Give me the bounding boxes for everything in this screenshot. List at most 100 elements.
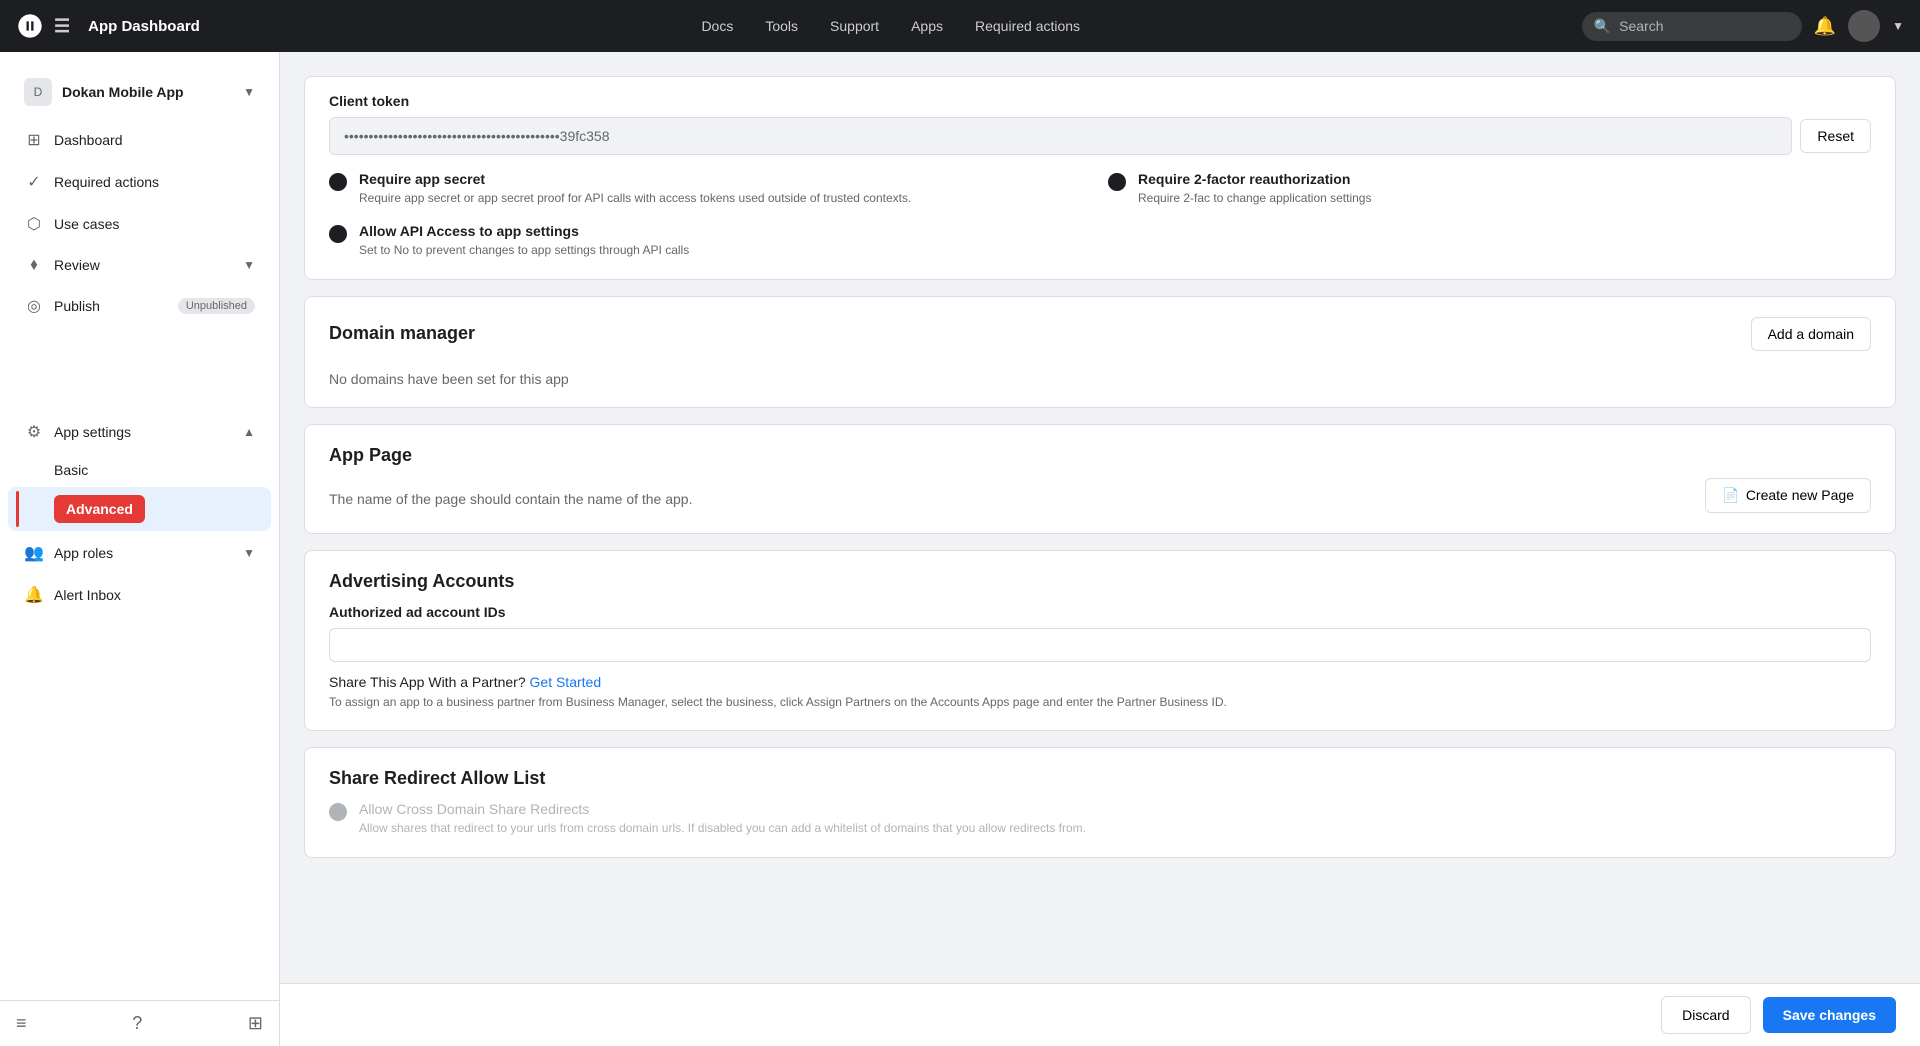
reset-button[interactable]: Reset: [1800, 119, 1871, 153]
app-settings-icon: ⚙: [24, 422, 44, 442]
sidebar-item-publish[interactable]: ◎ Publish Unpublished: [8, 286, 271, 326]
adv-title: Advertising Accounts: [329, 571, 1871, 592]
notification-bell-icon[interactable]: 🔔: [1814, 16, 1836, 37]
app-page-card: App Page The name of the page should con…: [304, 424, 1896, 534]
meta-logo-icon: [16, 12, 44, 40]
app-dashboard-title: App Dashboard: [88, 18, 200, 35]
app-selector-chevron-icon: ▼: [243, 85, 255, 99]
hamburger-icon[interactable]: ☰: [54, 16, 70, 37]
app-name: Dokan Mobile App: [62, 84, 184, 100]
share-redirect-card: Share Redirect Allow List Allow Cross Do…: [304, 747, 1896, 858]
nav-tools[interactable]: Tools: [765, 18, 798, 34]
bottom-bar: Discard Save changes: [280, 983, 1920, 1046]
sidebar-label-app-settings: App settings: [54, 424, 131, 440]
save-changes-button[interactable]: Save changes: [1763, 997, 1896, 1033]
sidebar-item-app-settings[interactable]: ⚙ App settings ▲: [8, 412, 271, 452]
require-app-secret-toggle[interactable]: [329, 173, 347, 191]
nav-docs[interactable]: Docs: [701, 18, 733, 34]
app-page-title: App Page: [329, 445, 412, 466]
review-chevron-icon: ▼: [243, 258, 255, 272]
sidebar-item-advanced[interactable]: Advanced: [8, 487, 271, 531]
security-options: Require app secret Require app secret or…: [329, 171, 1871, 207]
user-avatar[interactable]: [1848, 10, 1880, 42]
list-icon[interactable]: ≡: [16, 1013, 27, 1034]
publish-badge: Unpublished: [178, 298, 255, 314]
adv-partner: Share This App With a Partner? Get Start…: [329, 674, 1871, 690]
app-settings-section: ⚙ App settings ▲ Basic Advanced: [0, 412, 279, 531]
help-icon[interactable]: ?: [132, 1013, 142, 1034]
share-option-desc: Allow shares that redirect to your urls …: [359, 820, 1086, 837]
allow-api-desc: Set to No to prevent changes to app sett…: [359, 242, 689, 259]
adv-get-started-link[interactable]: Get Started: [530, 674, 602, 690]
add-domain-button[interactable]: Add a domain: [1751, 317, 1871, 351]
discard-button[interactable]: Discard: [1661, 996, 1750, 1034]
client-token-card: Client token Reset Require app secret Re…: [304, 76, 1896, 280]
token-row: Reset: [329, 117, 1871, 155]
adv-partner-desc: To assign an app to a business partner f…: [329, 694, 1871, 711]
grid-icon[interactable]: ⊞: [248, 1013, 263, 1034]
sidebar-label-use-cases: Use cases: [54, 216, 119, 232]
app-logo: ☰ App Dashboard: [16, 12, 200, 40]
sidebar-label-app-roles: App roles: [54, 545, 113, 561]
sidebar-label-required-actions: Required actions: [54, 174, 159, 190]
search-icon: 🔍: [1594, 18, 1611, 35]
share-redirect-toggle[interactable]: [329, 803, 347, 821]
sidebar-item-use-cases[interactable]: ⬡ Use cases: [8, 204, 271, 244]
create-page-icon: 📄: [1722, 487, 1739, 504]
allow-api-option: Allow API Access to app settings Set to …: [329, 223, 1871, 259]
client-token-input[interactable]: [329, 117, 1792, 155]
required-actions-icon: ✓: [24, 172, 44, 192]
app-page-desc: The name of the page should contain the …: [329, 491, 692, 507]
layout: D Dokan Mobile App ▼ ⊞ Dashboard ✓ Requi…: [0, 52, 1920, 1046]
search-input[interactable]: [1619, 18, 1790, 34]
sidebar-label-review: Review: [54, 257, 100, 273]
nav-required-actions[interactable]: Required actions: [975, 18, 1080, 34]
nav-apps[interactable]: Apps: [911, 18, 943, 34]
allow-api-title: Allow API Access to app settings: [359, 223, 689, 239]
app-icon: D: [24, 78, 52, 106]
create-page-button[interactable]: 📄 Create new Page: [1705, 478, 1871, 513]
app-page-row: App Page: [329, 445, 1871, 470]
app-roles-chevron-icon: ▼: [243, 546, 255, 560]
allow-api-toggle[interactable]: [329, 225, 347, 243]
nav-support[interactable]: Support: [830, 18, 879, 34]
top-nav-links: Docs Tools Support Apps Required actions: [200, 18, 1582, 34]
sidebar-item-alert-inbox[interactable]: 🔔 Alert Inbox: [8, 575, 271, 615]
sidebar-item-basic[interactable]: Basic: [8, 454, 271, 486]
top-nav: ☰ App Dashboard Docs Tools Support Apps …: [0, 0, 1920, 52]
alert-inbox-icon: 🔔: [24, 585, 44, 605]
avatar-chevron-icon[interactable]: ▼: [1892, 19, 1904, 33]
sidebar-item-dashboard[interactable]: ⊞ Dashboard: [8, 120, 271, 160]
app-selector[interactable]: D Dokan Mobile App ▼: [8, 68, 271, 116]
sidebar-label-alert-inbox: Alert Inbox: [54, 587, 121, 603]
create-page-label: Create new Page: [1746, 487, 1854, 503]
sidebar-item-app-roles[interactable]: 👥 App roles ▼: [8, 533, 271, 573]
sidebar: D Dokan Mobile App ▼ ⊞ Dashboard ✓ Requi…: [0, 52, 280, 1046]
require-2fa-option: Require 2-factor reauthorization Require…: [1108, 171, 1871, 207]
client-token-label: Client token: [329, 93, 1871, 109]
share-toggle-row: Allow Cross Domain Share Redirects Allow…: [329, 801, 1871, 837]
require-app-secret-option: Require app secret Require app secret or…: [329, 171, 1092, 207]
sidebar-label-basic: Basic: [54, 462, 88, 478]
ad-account-ids-input[interactable]: [329, 628, 1871, 662]
domain-empty-text: No domains have been set for this app: [305, 371, 1895, 407]
share-option-title: Allow Cross Domain Share Redirects: [359, 801, 1086, 817]
use-cases-icon: ⬡: [24, 214, 44, 234]
app-roles-icon: 👥: [24, 543, 44, 563]
sidebar-item-review[interactable]: ⬧ Review ▼: [8, 246, 271, 284]
domain-manager-header: Domain manager Add a domain: [305, 297, 1895, 371]
main-content: Client token Reset Require app secret Re…: [280, 52, 1920, 1046]
app-settings-chevron-icon: ▲: [243, 425, 255, 439]
sidebar-item-required-actions[interactable]: ✓ Required actions: [8, 162, 271, 202]
search-box[interactable]: 🔍: [1582, 12, 1802, 41]
dashboard-icon: ⊞: [24, 130, 44, 150]
require-2fa-title: Require 2-factor reauthorization: [1138, 171, 1371, 187]
app-info: D Dokan Mobile App: [24, 78, 184, 106]
require-app-secret-title: Require app secret: [359, 171, 911, 187]
review-icon: ⬧: [24, 256, 44, 274]
advanced-highlight-label: Advanced: [54, 495, 145, 523]
sidebar-bottom: ≡ ? ⊞: [0, 1000, 279, 1046]
domain-manager-card: Domain manager Add a domain No domains h…: [304, 296, 1896, 408]
share-redirect-title: Share Redirect Allow List: [329, 768, 1871, 789]
require-2fa-toggle[interactable]: [1108, 173, 1126, 191]
